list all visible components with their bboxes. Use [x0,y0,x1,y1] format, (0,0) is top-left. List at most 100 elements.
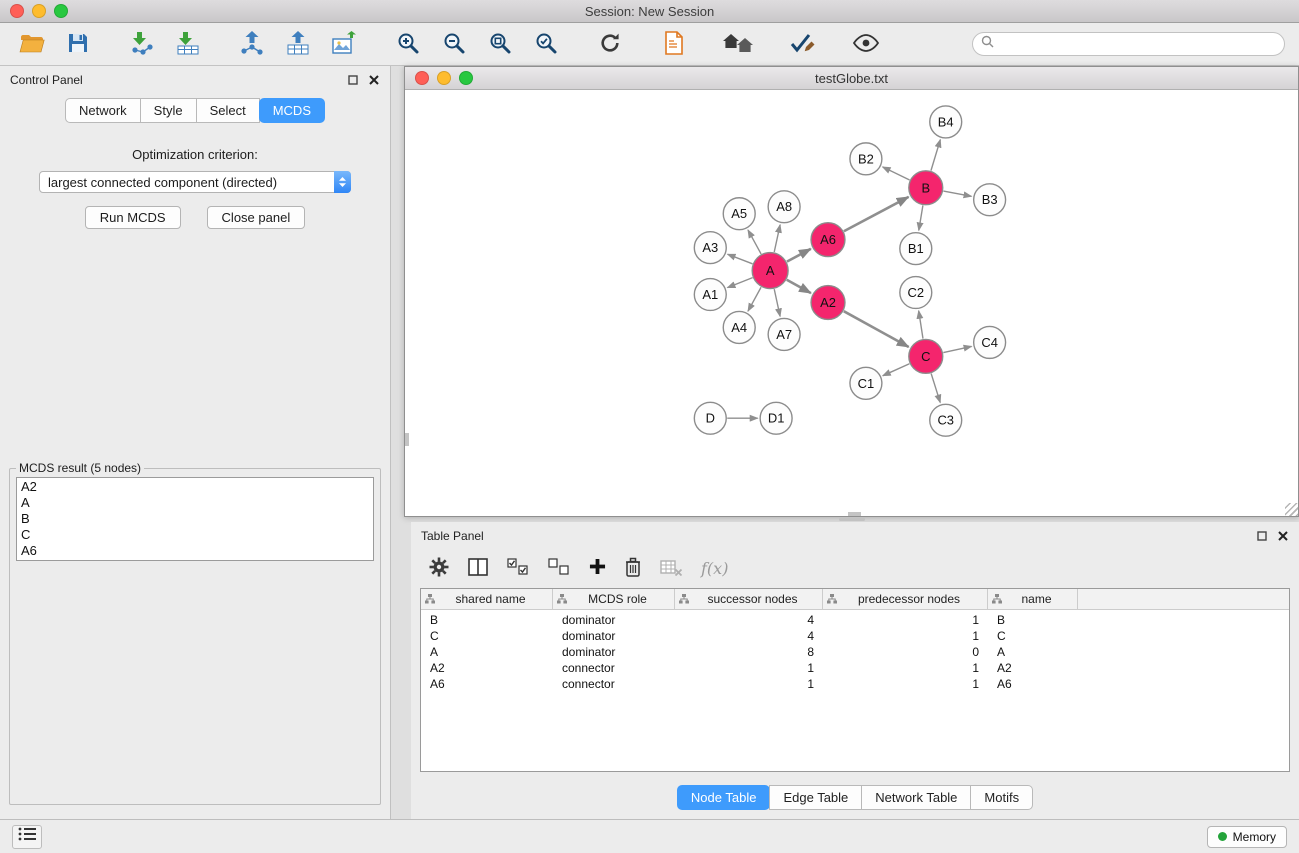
table-close-panel-icon[interactable] [1277,530,1289,542]
edge-A-A6[interactable] [787,249,811,262]
node-A2[interactable]: A2 [811,286,845,320]
node-table[interactable]: shared nameMCDS rolesuccessor nodesprede… [420,588,1290,772]
node-B2[interactable]: B2 [850,143,882,175]
edge-B-B2[interactable] [883,167,910,180]
column-header-mcds-role[interactable]: MCDS role [553,589,675,609]
minimize-window-button[interactable] [32,4,46,18]
table-row[interactable]: Bdominator41B [421,612,1289,628]
edge-A-A3[interactable] [728,254,753,264]
export-image-button[interactable] [324,27,364,61]
search-box[interactable] [972,32,1285,56]
node-A5[interactable]: A5 [723,198,755,230]
export-network-button[interactable] [232,27,272,61]
node-B3[interactable]: B3 [974,184,1006,216]
edge-A-A2[interactable] [787,280,811,293]
edge-C-C2[interactable] [919,311,923,339]
tab-select[interactable]: Select [196,98,260,123]
home-button[interactable] [718,27,758,61]
tab-motifs[interactable]: Motifs [970,785,1033,810]
node-C[interactable]: C [909,339,943,373]
zoom-out-button[interactable] [434,27,474,61]
refresh-button[interactable] [590,27,630,61]
network-window-titlebar[interactable]: testGlobe.txt [405,67,1298,90]
pen-check-button[interactable] [782,27,822,61]
edge-A-A7[interactable] [774,289,780,316]
task-list-button[interactable] [12,825,42,849]
run-mcds-button[interactable]: Run MCDS [85,206,181,229]
column-header-successor-nodes[interactable]: successor nodes [675,589,823,609]
node-A6[interactable]: A6 [811,223,845,257]
network-maximize-button[interactable] [459,71,473,85]
open-file-button[interactable] [12,27,52,61]
edge-A2-C[interactable] [844,311,909,347]
export-table-button[interactable] [278,27,318,61]
node-C4[interactable]: C4 [974,326,1006,358]
column-header-name[interactable]: name [988,589,1078,609]
import-table-button[interactable] [168,27,208,61]
maximize-window-button[interactable] [54,4,68,18]
edge-C-C3[interactable] [931,374,940,403]
mcds-result-item[interactable]: B [17,511,373,527]
table-float-panel-icon[interactable] [1256,530,1268,542]
node-B[interactable]: B [909,171,943,205]
horizontal-splitter[interactable] [404,517,1299,522]
zoom-fit-button[interactable] [480,27,520,61]
mcds-result-item[interactable]: A [17,495,373,511]
tab-edge-table[interactable]: Edge Table [769,785,862,810]
tab-network-table[interactable]: Network Table [861,785,971,810]
edge-A-A5[interactable] [748,230,761,254]
close-window-button[interactable] [10,4,24,18]
edge-B-B1[interactable] [919,206,923,231]
node-C2[interactable]: C2 [900,277,932,309]
node-C3[interactable]: C3 [930,404,962,436]
node-D[interactable]: D [694,402,726,434]
table-row[interactable]: A2connector11A2 [421,660,1289,676]
network-minimize-button[interactable] [437,71,451,85]
edge-C-C1[interactable] [883,364,910,376]
table-row[interactable]: A6connector11A6 [421,676,1289,692]
edge-C-C4[interactable] [943,346,971,352]
close-panel-icon[interactable] [368,74,380,86]
node-A[interactable]: A [752,253,788,289]
tab-network[interactable]: Network [65,98,141,123]
node-A7[interactable]: A7 [768,318,800,350]
node-D1[interactable]: D1 [760,402,792,434]
add-column-button[interactable] [589,557,606,579]
node-A8[interactable]: A8 [768,191,800,223]
edge-A-A1[interactable] [727,278,752,288]
node-A3[interactable]: A3 [694,232,726,264]
delete-column-button[interactable] [625,557,641,579]
column-header-shared-name[interactable]: shared name [421,589,553,609]
network-canvas[interactable]: B4 B2 B B3 A5 A8 A6 B1 A3 A C2 A1 A2 A4 A7 C4 C C1 C3 D D1 [405,90,1298,516]
node-C1[interactable]: C1 [850,367,882,399]
edge-A-A4[interactable] [748,287,761,311]
memory-button[interactable]: Memory [1207,826,1287,848]
mcds-result-list[interactable]: A2ABCA6 [16,477,374,561]
table-settings-button[interactable] [429,557,449,579]
tab-mcds[interactable]: MCDS [259,98,325,123]
node-A1[interactable]: A1 [694,279,726,311]
document-button[interactable] [654,27,694,61]
mcds-result-item[interactable]: C [17,527,373,543]
edge-B-B3[interactable] [943,191,971,196]
optimization-criterion-select[interactable]: largest connected component (directed) [39,171,351,193]
edge-A-A8[interactable] [774,225,780,252]
show-columns-button[interactable] [468,557,488,579]
save-session-button[interactable] [58,27,98,61]
zoom-in-button[interactable] [388,27,428,61]
table-row[interactable]: Cdominator41C [421,628,1289,644]
mcds-result-item[interactable]: A2 [17,479,373,495]
tab-style[interactable]: Style [140,98,197,123]
node-B4[interactable]: B4 [930,106,962,138]
node-A4[interactable]: A4 [723,311,755,343]
search-input[interactable] [999,36,1276,52]
node-B1[interactable]: B1 [900,233,932,265]
column-header-predecessor-nodes[interactable]: predecessor nodes [823,589,988,609]
eye-button[interactable] [846,27,886,61]
mcds-result-item[interactable]: A6 [17,543,373,559]
table-row[interactable]: Adominator80A [421,644,1289,660]
zoom-selected-button[interactable] [526,27,566,61]
close-panel-button[interactable]: Close panel [207,206,306,229]
function-builder-button[interactable]: f(x) [701,557,728,579]
deselect-all-button[interactable] [548,557,570,579]
